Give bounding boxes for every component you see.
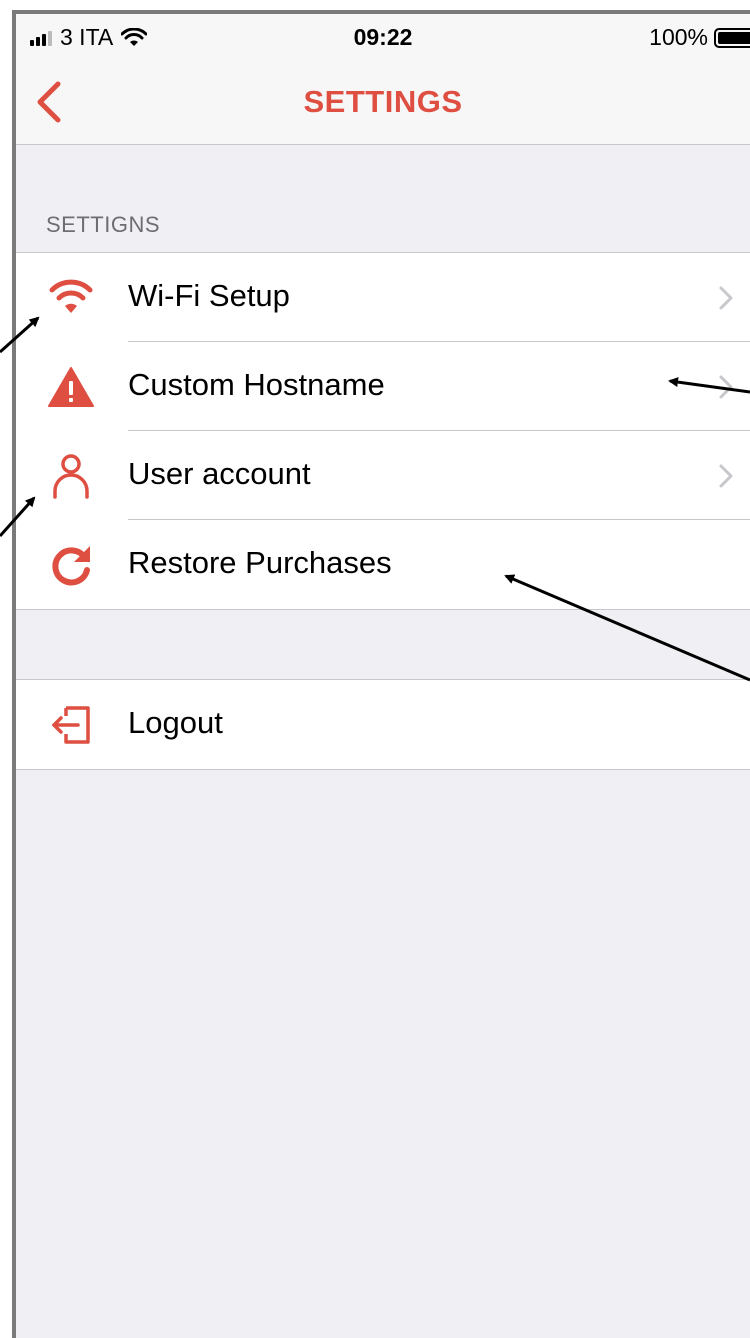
user-icon bbox=[53, 454, 89, 499]
battery-icon bbox=[714, 27, 750, 48]
status-bar: 3 ITA 09:22 100% bbox=[16, 14, 750, 58]
settings-item-wifi-setup[interactable]: Wi-Fi Setup bbox=[16, 253, 750, 342]
logout-group: Logout bbox=[16, 679, 750, 770]
battery-percent: 100% bbox=[649, 24, 708, 50]
section-header: SETTIGNS bbox=[46, 212, 161, 237]
settings-group: Wi-Fi Setup Custom Hostname User account… bbox=[16, 252, 750, 610]
phone-screen: 3 ITA 09:22 100% SETTINGS SETTIGNS Wi-Fi… bbox=[12, 10, 750, 1338]
settings-item-user-account[interactable]: User account bbox=[16, 431, 750, 520]
clock: 09:22 bbox=[353, 24, 413, 50]
status-right: 100% bbox=[649, 24, 750, 51]
logout-icon bbox=[52, 706, 90, 744]
settings-item-custom-hostname[interactable]: Custom Hostname bbox=[16, 342, 750, 431]
settings-item-label: Wi-Fi Setup bbox=[128, 278, 290, 313]
settings-item-label: Custom Hostname bbox=[128, 367, 385, 402]
chevron-right-icon bbox=[719, 464, 733, 488]
settings-item-restore-purchases[interactable]: Restore Purchases bbox=[16, 520, 750, 609]
refresh-icon bbox=[52, 546, 90, 586]
wifi-icon bbox=[49, 279, 93, 313]
settings-item-label: Restore Purchases bbox=[128, 545, 392, 580]
navigation-bar: SETTINGS bbox=[16, 58, 750, 145]
settings-item-label: User account bbox=[128, 456, 311, 491]
logout-button[interactable]: Logout bbox=[16, 680, 750, 769]
logout-label: Logout bbox=[128, 705, 223, 740]
page-title: SETTINGS bbox=[303, 84, 463, 119]
warning-icon bbox=[48, 367, 94, 407]
chevron-right-icon bbox=[719, 375, 733, 399]
chevron-right-icon bbox=[719, 286, 733, 310]
